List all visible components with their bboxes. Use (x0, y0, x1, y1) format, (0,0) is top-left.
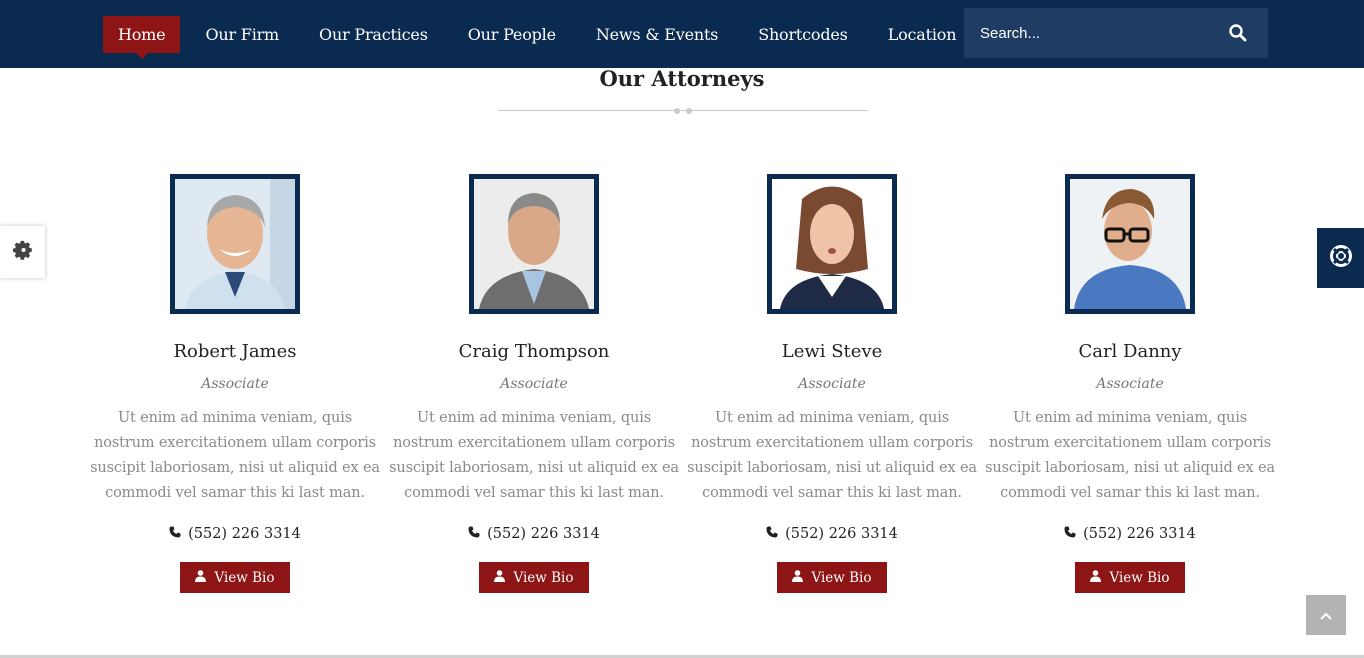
user-icon (792, 569, 804, 586)
user-icon (494, 569, 506, 586)
attorney-name: Robert James (173, 341, 297, 362)
attorney-name: Lewi Steve (781, 341, 883, 362)
attorney-photo[interactable] (1065, 174, 1195, 314)
phone-number: (552) 226 3314 (785, 526, 898, 542)
attorney-role: Associate (1096, 376, 1164, 392)
view-bio-label: View Bio (811, 569, 872, 586)
attorney-card: Robert James Associate Ut enim ad minima… (86, 174, 384, 593)
attorney-role: Associate (798, 376, 866, 392)
nav-item-news-events[interactable]: News & Events (581, 16, 733, 53)
main-nav: Home Our Firm Our Practices Our People N… (103, 16, 981, 59)
phone-icon (169, 526, 181, 542)
phone-number: (552) 226 3314 (487, 526, 600, 542)
user-icon (195, 569, 207, 586)
attorney-role: Associate (500, 376, 568, 392)
attorney-phone: (552) 226 3314 (981, 526, 1279, 542)
title-divider (498, 108, 868, 114)
search-icon[interactable] (1228, 23, 1248, 43)
section-title: Our Attorneys (599, 66, 765, 91)
view-bio-button[interactable]: View Bio (180, 562, 290, 593)
attorney-photo[interactable] (767, 174, 897, 314)
phone-number: (552) 226 3314 (1083, 526, 1196, 542)
nav-item-home[interactable]: Home (103, 16, 181, 59)
view-bio-button[interactable]: View Bio (777, 562, 887, 593)
attorney-bio: Ut enim ad minima veniam, quis nostrum e… (90, 410, 380, 501)
nav-item-location[interactable]: Location (873, 16, 972, 53)
nav-item-our-firm[interactable]: Our Firm (190, 16, 294, 53)
nav-item-our-practices[interactable]: Our Practices (304, 16, 443, 53)
attorney-card: Lewi Steve Associate Ut enim ad minima v… (683, 174, 981, 593)
view-bio-label: View Bio (1109, 569, 1170, 586)
attorney-bio: Ut enim ad minima veniam, quis nostrum e… (985, 410, 1275, 501)
attorney-card: Craig Thompson Associate Ut enim ad mini… (385, 174, 683, 593)
view-bio-button[interactable]: View Bio (479, 562, 589, 593)
attorney-phone: (552) 226 3314 (683, 526, 981, 542)
phone-icon (1064, 526, 1076, 542)
attorney-name: Carl Danny (1078, 341, 1182, 362)
chevron-up-icon (1319, 606, 1333, 625)
attorney-phone: (552) 226 3314 (86, 526, 384, 542)
top-navigation-bar: Home Our Firm Our Practices Our People N… (0, 0, 1364, 68)
help-panel-toggle[interactable] (1317, 228, 1364, 288)
gear-icon (12, 239, 34, 265)
search-input[interactable] (964, 8, 1214, 58)
view-bio-label: View Bio (214, 569, 275, 586)
attorney-photo[interactable] (469, 174, 599, 314)
attorney-bio: Ut enim ad minima veniam, quis nostrum e… (687, 410, 977, 501)
attorney-role: Associate (201, 376, 269, 392)
view-bio-label: View Bio (513, 569, 574, 586)
attorney-card: Carl Danny Associate Ut enim ad minima v… (981, 174, 1279, 593)
phone-icon (766, 526, 778, 542)
scroll-to-top-button[interactable] (1306, 595, 1346, 635)
search-box (964, 8, 1268, 58)
nav-item-shortcodes[interactable]: Shortcodes (743, 16, 863, 53)
view-bio-button[interactable]: View Bio (1075, 562, 1185, 593)
nav-item-our-people[interactable]: Our People (453, 16, 571, 53)
phone-icon (468, 526, 480, 542)
phone-number: (552) 226 3314 (188, 526, 301, 542)
attorney-name: Craig Thompson (458, 341, 610, 362)
attorney-photo[interactable] (170, 174, 300, 314)
attorney-bio: Ut enim ad minima veniam, quis nostrum e… (389, 410, 679, 501)
settings-panel-toggle[interactable] (0, 226, 45, 278)
attorney-phone: (552) 226 3314 (385, 526, 683, 542)
user-icon (1090, 569, 1102, 586)
lifebuoy-icon (1329, 244, 1353, 272)
